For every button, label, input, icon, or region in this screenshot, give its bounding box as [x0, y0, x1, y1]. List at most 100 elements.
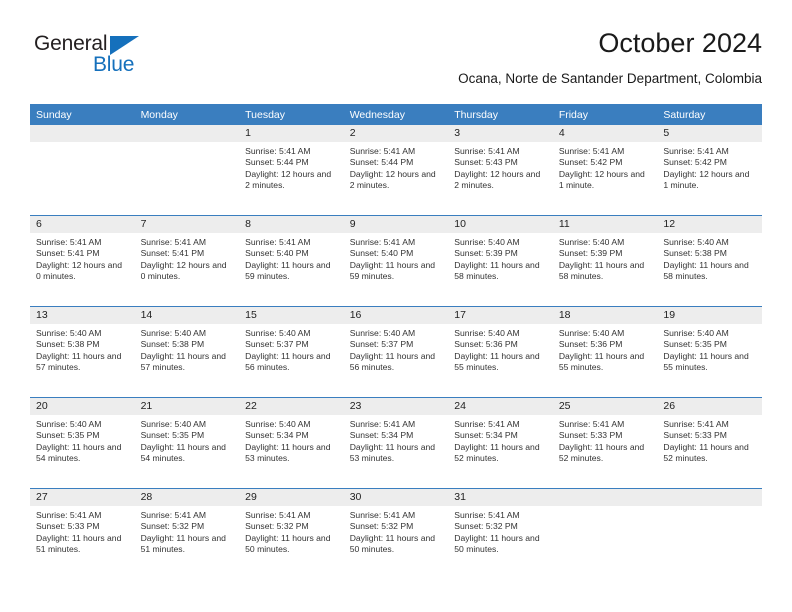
- day-details: Sunrise: 5:41 AM Sunset: 5:40 PM Daylight:…: [344, 233, 449, 283]
- calendar-day-cell-empty: [30, 125, 135, 216]
- day-number: 17: [448, 307, 553, 324]
- sunset-text: Sunset: 5:44 PM: [349, 157, 414, 168]
- calendar-day-cell[interactable]: 10 Sunrise: 5:40 AM Sunset: 5:39 PM Dayligh…: [448, 215, 553, 307]
- calendar-day-cell[interactable]: 12 Sunrise: 5:40 AM Sunset: 5:38 PM Dayligh…: [657, 215, 762, 307]
- day-details: Sunrise: 5:41 AM Sunset: 5:42 PM Daylight:…: [657, 142, 762, 192]
- weekday-header-tuesday: Tuesday: [239, 104, 344, 125]
- calendar-week-row: 13 Sunrise: 5:40 AM Sunset: 5:38 PM Dayligh…: [30, 306, 762, 398]
- sunset-text: Sunset: 5:32 PM: [349, 521, 414, 532]
- calendar-day-cell[interactable]: 25 Sunrise: 5:41 AM Sunset: 5:33 PM Dayligh…: [552, 397, 658, 489]
- calendar-day-cell[interactable]: 15 Sunrise: 5:40 AM Sunset: 5:37 PM Dayligh…: [239, 306, 344, 398]
- calendar-day-cell-empty: [134, 125, 240, 216]
- sunset-text: Sunset: 5:36 PM: [454, 339, 518, 350]
- daylight-text: Daylight: 11 hours and 58 minutes.: [663, 259, 749, 282]
- calendar-day-cell[interactable]: 11 Sunrise: 5:40 AM Sunset: 5:39 PM Dayligh…: [552, 215, 658, 307]
- day-details: Sunrise: 5:40 AM Sunset: 5:37 PM Daylight:…: [239, 324, 344, 374]
- daylight-text: Daylight: 11 hours and 52 minutes.: [663, 441, 749, 464]
- sunset-text: Sunset: 5:39 PM: [558, 248, 623, 259]
- daylight-text: Daylight: 11 hours and 57 minutes.: [140, 350, 226, 373]
- day-details: Sunrise: 5:41 AM Sunset: 5:32 PM Daylight:…: [135, 506, 240, 556]
- day-number: 20: [30, 398, 135, 415]
- sunset-text: Sunset: 5:32 PM: [140, 521, 205, 532]
- weekday-header-thursday: Thursday: [448, 104, 553, 125]
- calendar-day-cell[interactable]: 4 Sunrise: 5:41 AM Sunset: 5:42 PM Daylight…: [552, 125, 658, 216]
- calendar-week-row: 27 Sunrise: 5:41 AM Sunset: 5:33 PM Dayligh…: [30, 488, 762, 579]
- daylight-text: Daylight: 11 hours and 58 minutes.: [454, 259, 540, 282]
- day-details: Sunrise: 5:41 AM Sunset: 5:41 PM Daylight:…: [30, 233, 135, 283]
- calendar-header-row: Sunday Monday Tuesday Wednesday Thursday…: [30, 104, 762, 125]
- day-details: Sunrise: 5:40 AM Sunset: 5:39 PM Daylight:…: [553, 233, 658, 283]
- calendar-day-cell[interactable]: 22 Sunrise: 5:40 AM Sunset: 5:34 PM Dayligh…: [239, 397, 344, 489]
- calendar-grid: Sunday Monday Tuesday Wednesday Thursday…: [30, 104, 762, 579]
- day-details: Sunrise: 5:40 AM Sunset: 5:36 PM Daylight:…: [448, 324, 553, 374]
- calendar-day-cell[interactable]: 1 Sunrise: 5:41 AM Sunset: 5:44 PM Daylight…: [239, 125, 344, 216]
- daylight-text: Daylight: 12 hours and 0 minutes.: [140, 259, 227, 282]
- logo-generalblue[interactable]: General Blue: [34, 32, 174, 84]
- calendar-day-cell[interactable]: 6 Sunrise: 5:41 AM Sunset: 5:41 PM Daylight…: [30, 215, 135, 307]
- sunrise-text: Sunrise: 5:40 AM: [663, 328, 729, 338]
- calendar-day-cell[interactable]: 19 Sunrise: 5:40 AM Sunset: 5:35 PM Dayligh…: [657, 306, 762, 398]
- daylight-text: Daylight: 11 hours and 53 minutes.: [349, 441, 436, 464]
- sunrise-text: Sunrise: 5:40 AM: [349, 328, 416, 338]
- calendar-day-cell[interactable]: 26 Sunrise: 5:41 AM Sunset: 5:33 PM Dayligh…: [657, 397, 762, 489]
- daylight-text: Daylight: 11 hours and 56 minutes.: [245, 350, 331, 373]
- sunset-text: Sunset: 5:39 PM: [454, 248, 518, 259]
- day-number: 29: [239, 489, 344, 506]
- sunset-text: Sunset: 5:38 PM: [663, 248, 727, 259]
- sunrise-text: Sunrise: 5:41 AM: [454, 146, 520, 156]
- daylight-text: Daylight: 11 hours and 55 minutes.: [454, 350, 540, 373]
- calendar-day-cell[interactable]: 31 Sunrise: 5:41 AM Sunset: 5:32 PM Dayligh…: [448, 488, 553, 579]
- sunrise-text: Sunrise: 5:41 AM: [454, 510, 520, 520]
- calendar-day-cell[interactable]: 14 Sunrise: 5:40 AM Sunset: 5:38 PM Dayligh…: [134, 306, 240, 398]
- day-details: Sunrise: 5:41 AM Sunset: 5:33 PM Daylight:…: [657, 415, 762, 465]
- calendar-day-cell[interactable]: 18 Sunrise: 5:40 AM Sunset: 5:36 PM Dayligh…: [552, 306, 658, 398]
- calendar-day-cell[interactable]: 29 Sunrise: 5:41 AM Sunset: 5:32 PM Dayligh…: [239, 488, 344, 579]
- day-details: Sunrise: 5:40 AM Sunset: 5:38 PM Daylight:…: [657, 233, 762, 283]
- sunset-text: Sunset: 5:41 PM: [36, 248, 100, 259]
- calendar-day-cell[interactable]: 17 Sunrise: 5:40 AM Sunset: 5:36 PM Dayligh…: [448, 306, 553, 398]
- sunrise-text: Sunrise: 5:41 AM: [349, 510, 416, 520]
- calendar-day-cell[interactable]: 8 Sunrise: 5:41 AM Sunset: 5:40 PM Daylight…: [239, 215, 344, 307]
- logo-text-blue: Blue: [93, 53, 135, 76]
- daylight-text: Daylight: 11 hours and 59 minutes.: [245, 259, 331, 282]
- calendar-day-cell[interactable]: 20 Sunrise: 5:40 AM Sunset: 5:35 PM Dayligh…: [30, 397, 135, 489]
- day-number: 30: [343, 489, 449, 506]
- calendar-day-cell[interactable]: 28 Sunrise: 5:41 AM Sunset: 5:32 PM Dayligh…: [134, 488, 240, 579]
- day-details: Sunrise: 5:41 AM Sunset: 5:40 PM Daylight:…: [239, 233, 344, 283]
- daylight-text: Daylight: 11 hours and 51 minutes.: [140, 532, 226, 555]
- sunset-text: Sunset: 5:33 PM: [36, 521, 100, 532]
- daylight-text: Daylight: 11 hours and 56 minutes.: [349, 350, 436, 373]
- calendar-page: General Blue October 2024 Ocana, Norte d…: [0, 0, 792, 612]
- sunrise-text: Sunrise: 5:40 AM: [245, 419, 311, 429]
- calendar-day-cell[interactable]: 5 Sunrise: 5:41 AM Sunset: 5:42 PM Daylight…: [657, 125, 762, 216]
- sunset-text: Sunset: 5:44 PM: [245, 157, 309, 168]
- day-details: Sunrise: 5:40 AM Sunset: 5:38 PM Daylight:…: [30, 324, 135, 374]
- sunrise-text: Sunrise: 5:41 AM: [349, 419, 416, 429]
- weekday-header-wednesday: Wednesday: [343, 104, 449, 125]
- day-number: [134, 125, 240, 142]
- calendar-day-cell[interactable]: 7 Sunrise: 5:41 AM Sunset: 5:41 PM Daylight…: [134, 215, 240, 307]
- calendar-day-cell[interactable]: 16 Sunrise: 5:40 AM Sunset: 5:37 PM Dayligh…: [343, 306, 449, 398]
- day-number: 4: [552, 125, 658, 142]
- daylight-text: Daylight: 11 hours and 59 minutes.: [349, 259, 436, 282]
- sunrise-text: Sunrise: 5:40 AM: [140, 328, 207, 338]
- page-title: October 2024: [598, 28, 762, 58]
- daylight-text: Daylight: 11 hours and 57 minutes.: [36, 350, 122, 373]
- calendar-day-cell[interactable]: 21 Sunrise: 5:40 AM Sunset: 5:35 PM Dayligh…: [134, 397, 240, 489]
- calendar-day-cell[interactable]: 24 Sunrise: 5:41 AM Sunset: 5:34 PM Dayligh…: [448, 397, 553, 489]
- day-details: Sunrise: 5:41 AM Sunset: 5:34 PM Daylight:…: [344, 415, 449, 465]
- calendar-day-cell[interactable]: 3 Sunrise: 5:41 AM Sunset: 5:43 PM Daylight…: [448, 125, 553, 216]
- calendar-day-cell[interactable]: 23 Sunrise: 5:41 AM Sunset: 5:34 PM Dayligh…: [343, 397, 449, 489]
- day-details: Sunrise: 5:40 AM Sunset: 5:37 PM Daylight:…: [344, 324, 449, 374]
- calendar-day-cell[interactable]: 30 Sunrise: 5:41 AM Sunset: 5:32 PM Dayligh…: [343, 488, 449, 579]
- calendar-day-cell[interactable]: 2 Sunrise: 5:41 AM Sunset: 5:44 PM Daylight…: [343, 125, 449, 216]
- calendar-day-cell[interactable]: 27 Sunrise: 5:41 AM Sunset: 5:33 PM Dayligh…: [30, 488, 135, 579]
- calendar-day-cell[interactable]: 13 Sunrise: 5:40 AM Sunset: 5:38 PM Dayligh…: [30, 306, 135, 398]
- day-details: Sunrise: 5:40 AM Sunset: 5:39 PM Daylight:…: [448, 233, 553, 283]
- daylight-text: Daylight: 12 hours and 2 minutes.: [454, 168, 541, 191]
- sunset-text: Sunset: 5:35 PM: [36, 430, 100, 441]
- day-number: 7: [134, 216, 240, 233]
- sunrise-text: Sunrise: 5:40 AM: [663, 237, 729, 247]
- calendar-day-cell[interactable]: 9 Sunrise: 5:41 AM Sunset: 5:40 PM Daylight…: [343, 215, 449, 307]
- sunset-text: Sunset: 5:35 PM: [663, 339, 727, 350]
